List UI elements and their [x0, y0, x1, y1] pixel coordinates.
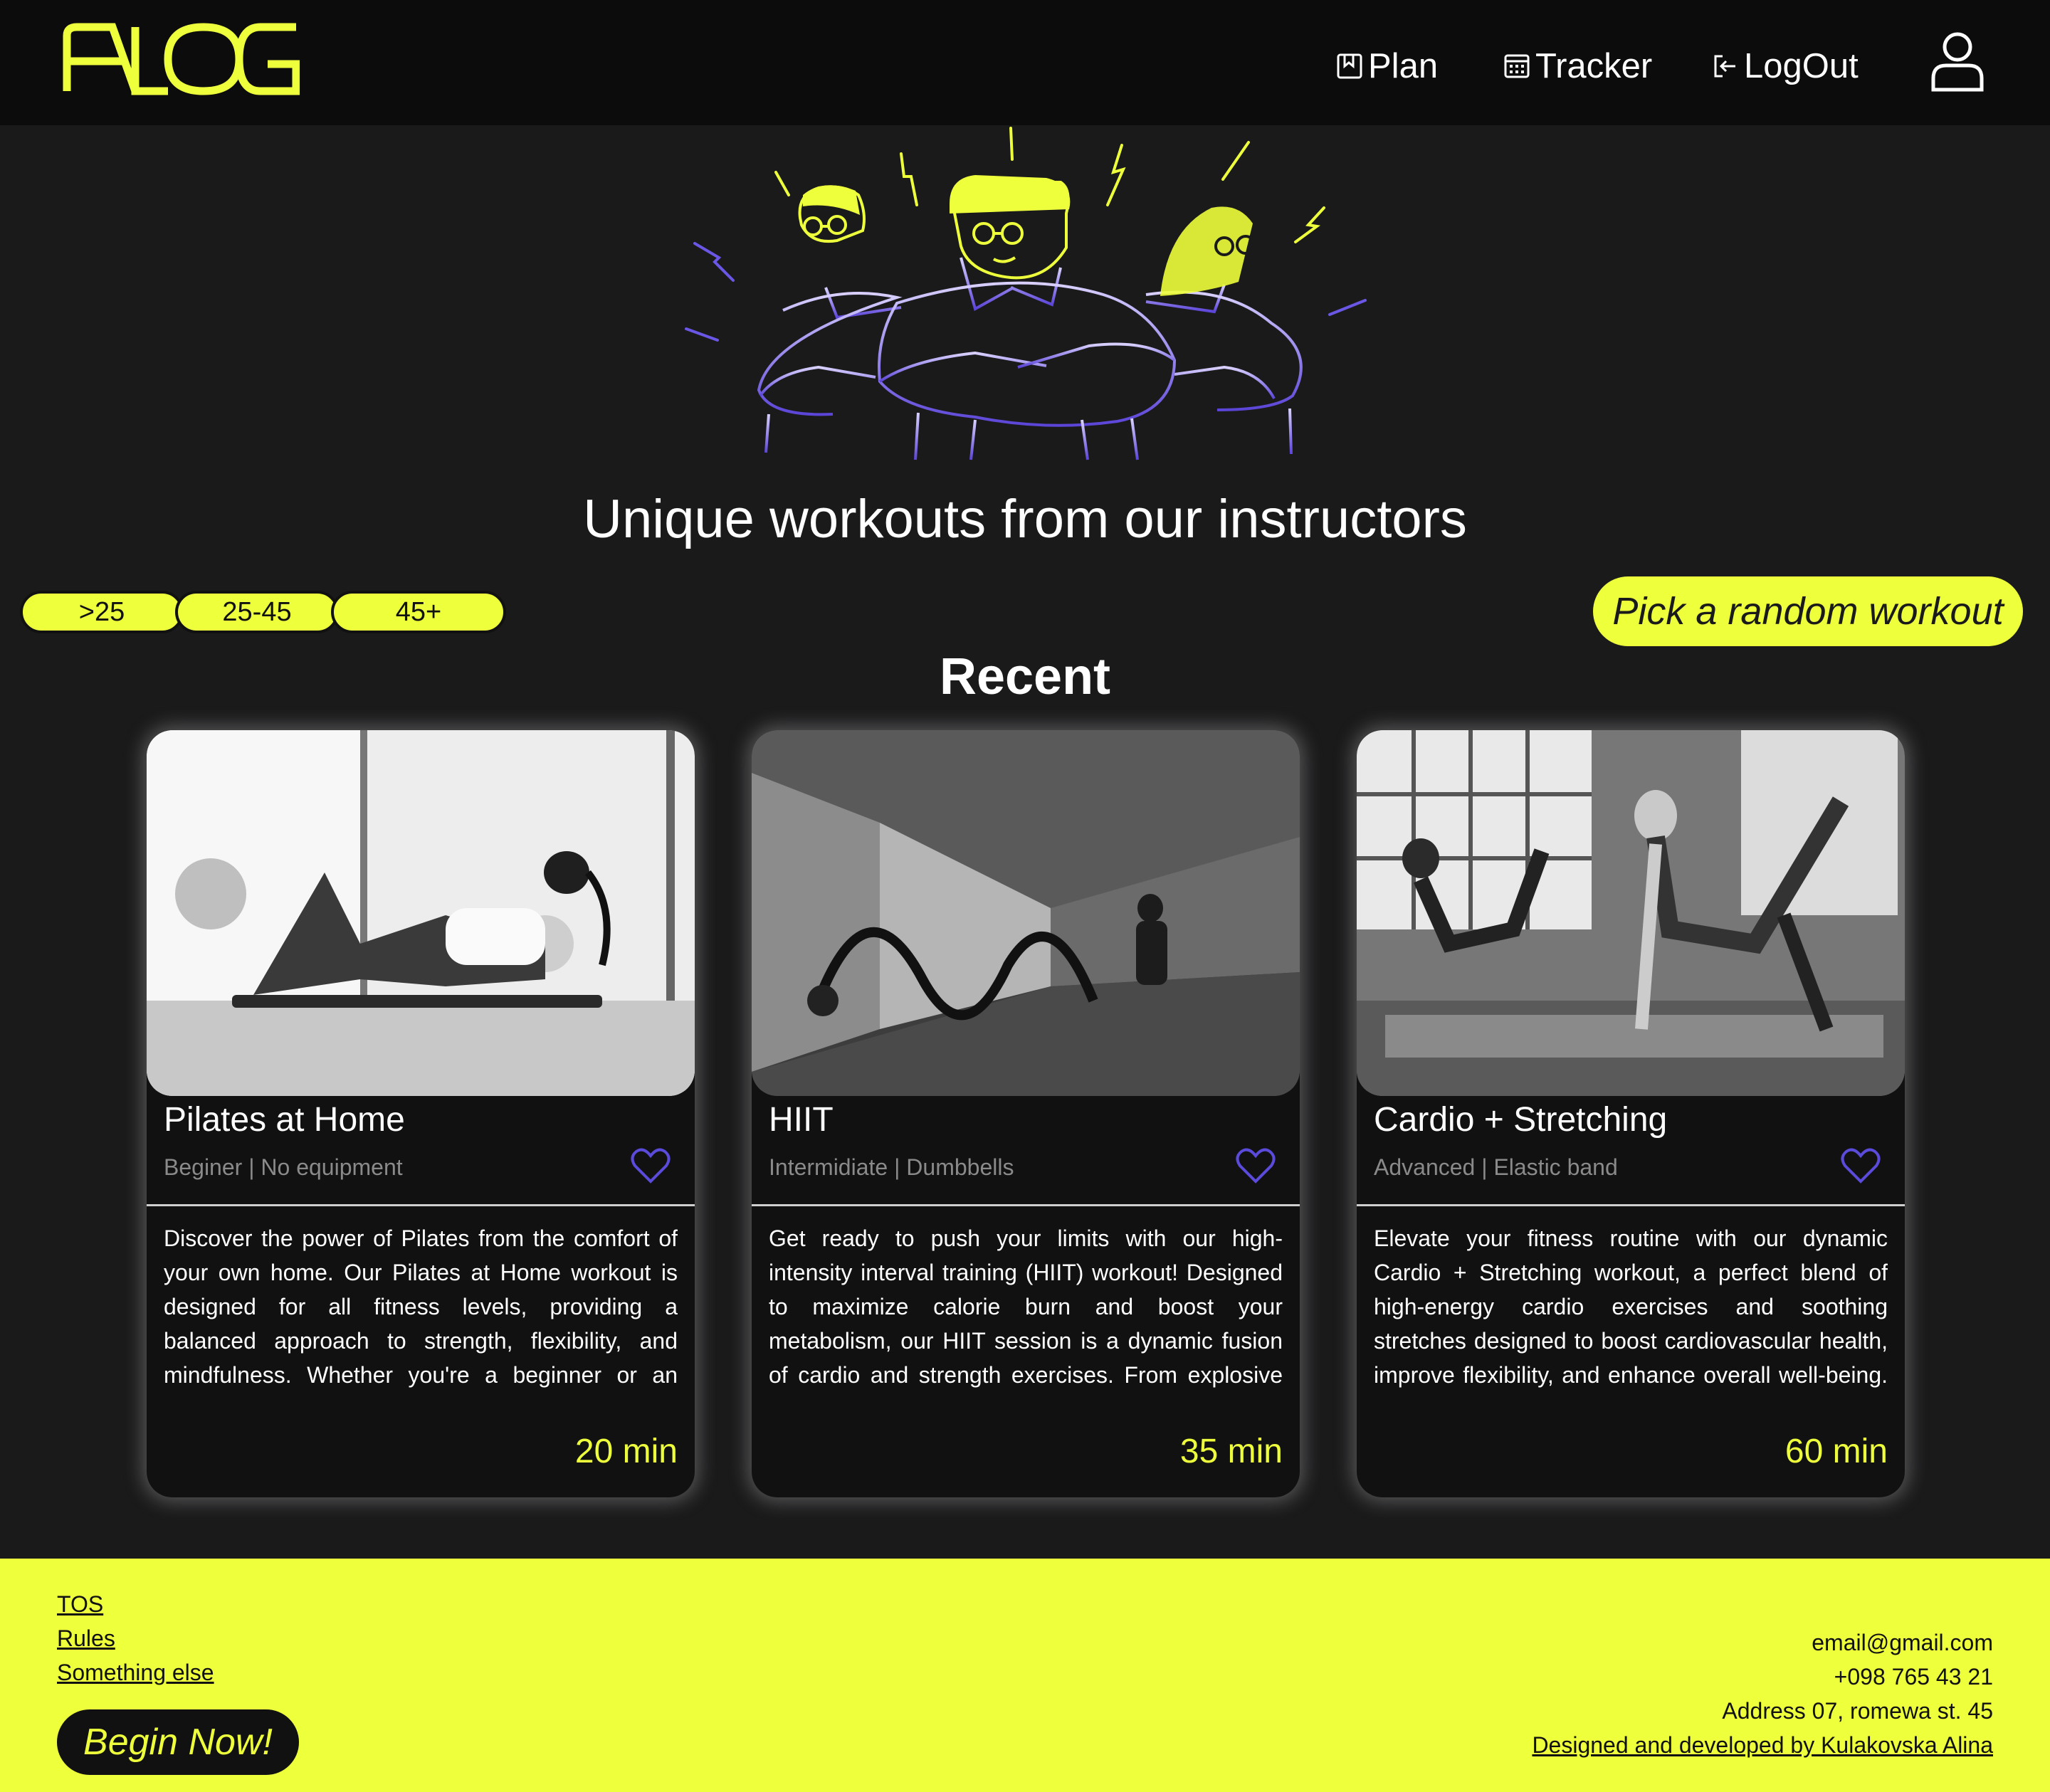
workout-description: Discover the power of Pilates from the c… — [164, 1226, 678, 1388]
workout-card[interactable]: HIIT Intermidiate | Dumbbells Get ready … — [752, 730, 1300, 1497]
divider — [752, 1204, 1300, 1206]
workout-meta: Beginer | No equipment — [164, 1154, 403, 1180]
bookmark-icon — [1337, 53, 1362, 79]
workout-title: Pilates at Home — [164, 1101, 405, 1139]
footer: TOS Rules Something else Begin Now! emai… — [0, 1559, 2050, 1792]
age-filter-under-25[interactable]: >25 — [20, 591, 184, 633]
heart-icon[interactable] — [1841, 1147, 1881, 1184]
contact-email: email@gmail.com — [1812, 1630, 1993, 1655]
logout-icon — [1714, 55, 1735, 78]
heart-icon[interactable] — [631, 1147, 671, 1184]
credit-link[interactable]: Designed and developed by Kulakovska Ali… — [1532, 1732, 1993, 1759]
hero-title: Unique workouts from our instructors — [583, 489, 1467, 549]
nav-logout-label: LogOut — [1744, 47, 1859, 85]
footer-link-rules[interactable]: Rules — [57, 1625, 115, 1652]
workout-title: HIIT — [769, 1101, 834, 1139]
instructors-illustration — [685, 127, 1367, 460]
divider — [1357, 1204, 1905, 1206]
nav-tracker-label: Tracker — [1535, 47, 1653, 85]
workout-card[interactable]: Pilates at Home Beginer | No equipment D… — [147, 730, 695, 1497]
workout-image — [147, 730, 695, 1096]
footer-link-tos[interactable]: TOS — [57, 1591, 103, 1618]
workout-card[interactable]: Cardio + Stretching Advanced | Elastic b… — [1357, 730, 1905, 1497]
heart-icon[interactable] — [1236, 1147, 1276, 1184]
nav-plan[interactable]: Plan — [1335, 41, 1438, 91]
divider — [147, 1204, 695, 1206]
contact-address: Address 07, romewa st. 45 — [1722, 1698, 1993, 1724]
workout-image — [752, 730, 1300, 1096]
workout-description: Get ready to push your limits with our h… — [769, 1226, 1283, 1388]
age-filter-25-45[interactable]: 25-45 — [175, 591, 339, 633]
user-icon[interactable] — [1930, 31, 1985, 93]
workout-title: Cardio + Stretching — [1374, 1101, 1668, 1139]
workout-meta: Advanced | Elastic band — [1374, 1154, 1618, 1180]
workout-duration: 60 min — [1784, 1433, 1888, 1470]
workout-description: Elevate your fitness routine with our dy… — [1374, 1226, 1888, 1388]
workout-duration: 20 min — [574, 1433, 678, 1470]
random-workout-button[interactable]: Pick a random workout — [1593, 576, 2023, 646]
logo[interactable] — [61, 21, 300, 97]
footer-link-other[interactable]: Something else — [57, 1660, 214, 1686]
workout-meta: Intermidiate | Dumbbells — [769, 1154, 1014, 1180]
calendar-icon — [1504, 54, 1530, 78]
top-bar: Plan Tracker LogOut — [0, 0, 2050, 125]
section-title: Recent — [939, 648, 1111, 705]
nav-logout[interactable]: LogOut — [1711, 41, 1859, 91]
contact-phone: +098 765 43 21 — [1834, 1664, 1993, 1690]
workout-image — [1357, 730, 1905, 1096]
age-filter-45-plus[interactable]: 45+ — [331, 591, 506, 633]
begin-now-button[interactable]: Begin Now! — [57, 1709, 299, 1775]
nav-plan-label: Plan — [1368, 47, 1439, 85]
nav-tracker[interactable]: Tracker — [1503, 41, 1652, 91]
workout-duration: 35 min — [1179, 1433, 1283, 1470]
